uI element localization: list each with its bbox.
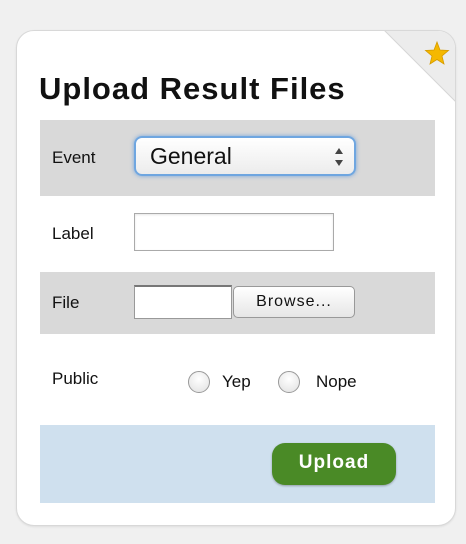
radio-nope[interactable]	[278, 371, 300, 393]
event-label: Event	[52, 148, 96, 167]
event-row: Event General	[40, 120, 435, 196]
label-row: Label	[40, 196, 435, 272]
select-arrows-icon	[335, 148, 343, 166]
label-label: Label	[52, 224, 94, 243]
file-row: File Browse...	[40, 272, 435, 334]
label-input[interactable]	[134, 213, 334, 251]
public-row: Public Yep Nope	[40, 334, 435, 425]
browse-button[interactable]: Browse...	[233, 286, 355, 318]
upload-button[interactable]: Upload	[272, 443, 396, 485]
radio-yep[interactable]	[188, 371, 210, 393]
file-label: File	[52, 293, 80, 312]
form-footer: Upload	[40, 425, 435, 503]
radio-yep-label[interactable]: Yep	[222, 372, 251, 392]
file-path-field[interactable]	[134, 285, 232, 319]
radio-nope-label[interactable]: Nope	[316, 372, 357, 392]
page-title: Upload Result Files	[39, 71, 346, 106]
event-select-value: General	[150, 143, 232, 169]
event-select[interactable]: General	[134, 136, 356, 176]
favorite-corner[interactable]	[384, 30, 456, 102]
upload-card: Upload Result Files Event General Label …	[16, 30, 456, 526]
public-label: Public	[52, 369, 99, 388]
